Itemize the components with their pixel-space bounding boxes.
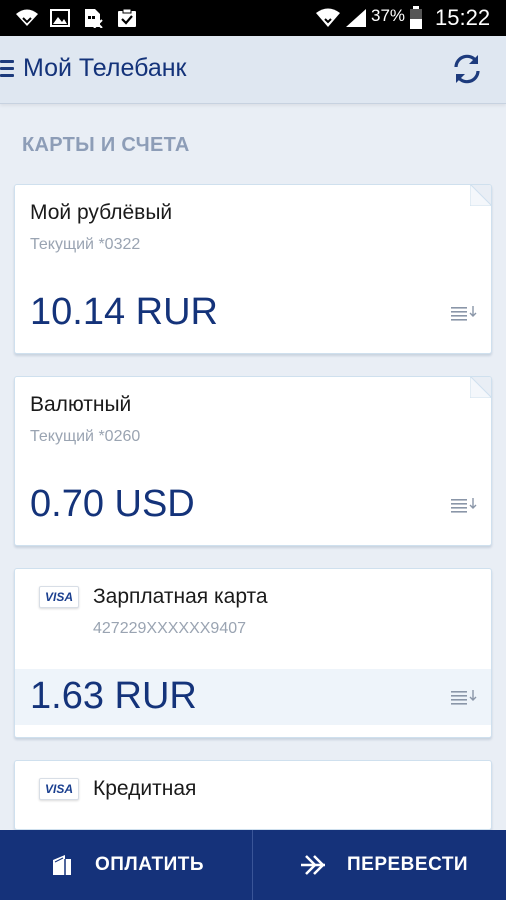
- card-name: Зарплатная карта: [93, 585, 268, 608]
- wallet-icon: [53, 855, 71, 875]
- app-bar: Мой Телебанк: [0, 36, 506, 104]
- wifi-icon: [316, 8, 340, 27]
- section-title: КАРТЫ И СЧЕТА: [22, 134, 190, 156]
- account-number: Текущий *0322: [30, 236, 141, 253]
- bottom-action-bar: ОПЛАТИТЬ ПЕРЕВЕСТИ: [0, 830, 506, 900]
- account-balance: 10.14 RUR: [30, 291, 218, 333]
- visa-logo: VISA: [39, 778, 79, 800]
- refresh-icon[interactable]: [450, 52, 484, 86]
- statement-icon[interactable]: [451, 305, 479, 323]
- card-item[interactable]: VISA Кредитная: [14, 760, 492, 830]
- corner-fold: [470, 377, 491, 398]
- pay-button[interactable]: ОПЛАТИТЬ: [0, 830, 252, 900]
- pay-label: ОПЛАТИТЬ: [95, 854, 205, 875]
- account-name: Валютный: [30, 393, 132, 416]
- wifi-sync-icon: [16, 9, 38, 26]
- transfer-button[interactable]: ПЕРЕВЕСТИ: [253, 830, 506, 900]
- card-name: Кредитная: [93, 777, 197, 800]
- account-name: Мой рублёвый: [30, 201, 173, 224]
- transfer-label: ПЕРЕВЕСТИ: [347, 854, 469, 875]
- battery-icon: [410, 6, 422, 29]
- menu-icon[interactable]: [0, 60, 14, 78]
- double-arrow-icon: [301, 855, 325, 875]
- app-title: Мой Телебанк: [23, 54, 187, 82]
- sim-off-icon: [85, 9, 103, 28]
- card-number: 427229XXXXXX9407: [93, 620, 247, 637]
- card-item[interactable]: VISA Зарплатная карта 427229XXXXXX9407 1…: [14, 568, 492, 738]
- account-number: Текущий *0260: [30, 428, 141, 445]
- status-bar: 37% 15:22: [0, 0, 506, 36]
- image-icon: [50, 9, 70, 27]
- account-card[interactable]: Валютный Текущий *0260 0.70 USD: [14, 376, 492, 546]
- account-card[interactable]: Мой рублёвый Текущий *0322 10.14 RUR: [14, 184, 492, 354]
- visa-logo: VISA: [39, 586, 79, 608]
- battery-percent: 37%: [371, 6, 406, 25]
- statement-icon[interactable]: [451, 689, 479, 707]
- clipboard-check-icon: [118, 8, 136, 27]
- corner-fold: [470, 185, 491, 206]
- account-balance: 0.70 USD: [30, 483, 195, 525]
- clock: 15:22: [435, 5, 491, 30]
- statement-icon[interactable]: [451, 497, 479, 515]
- card-balance: 1.63 RUR: [30, 675, 197, 717]
- signal-icon: [346, 9, 366, 27]
